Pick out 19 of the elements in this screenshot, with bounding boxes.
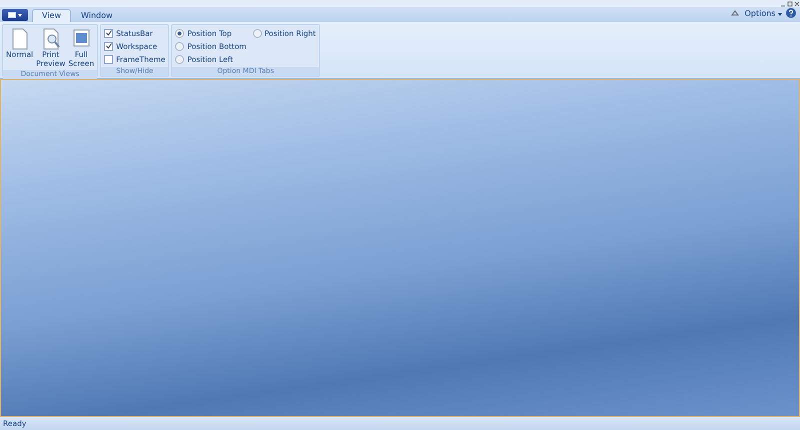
radio-button[interactable] [175,42,184,50]
checkbox[interactable] [104,54,114,64]
radio-button[interactable] [175,54,184,64]
caret-icon [778,12,782,16]
check-icon [106,43,112,49]
radio-button[interactable] [175,28,184,38]
check-icon [106,30,112,36]
collapse-ribbon-icon[interactable] [730,10,739,16]
window-controls-icon [780,0,800,6]
options-menu[interactable]: Options [744,8,782,18]
application-menu-button[interactable] [2,9,28,21]
window-icon [8,12,16,18]
help-icon[interactable] [786,8,796,18]
caret-icon [18,14,22,16]
ribbon-tab[interactable]: Window [70,9,123,22]
checkbox[interactable] [104,42,114,50]
checkbox[interactable] [104,28,114,38]
ribbon-tab[interactable]: View [32,9,71,22]
radio-button[interactable] [252,28,262,38]
